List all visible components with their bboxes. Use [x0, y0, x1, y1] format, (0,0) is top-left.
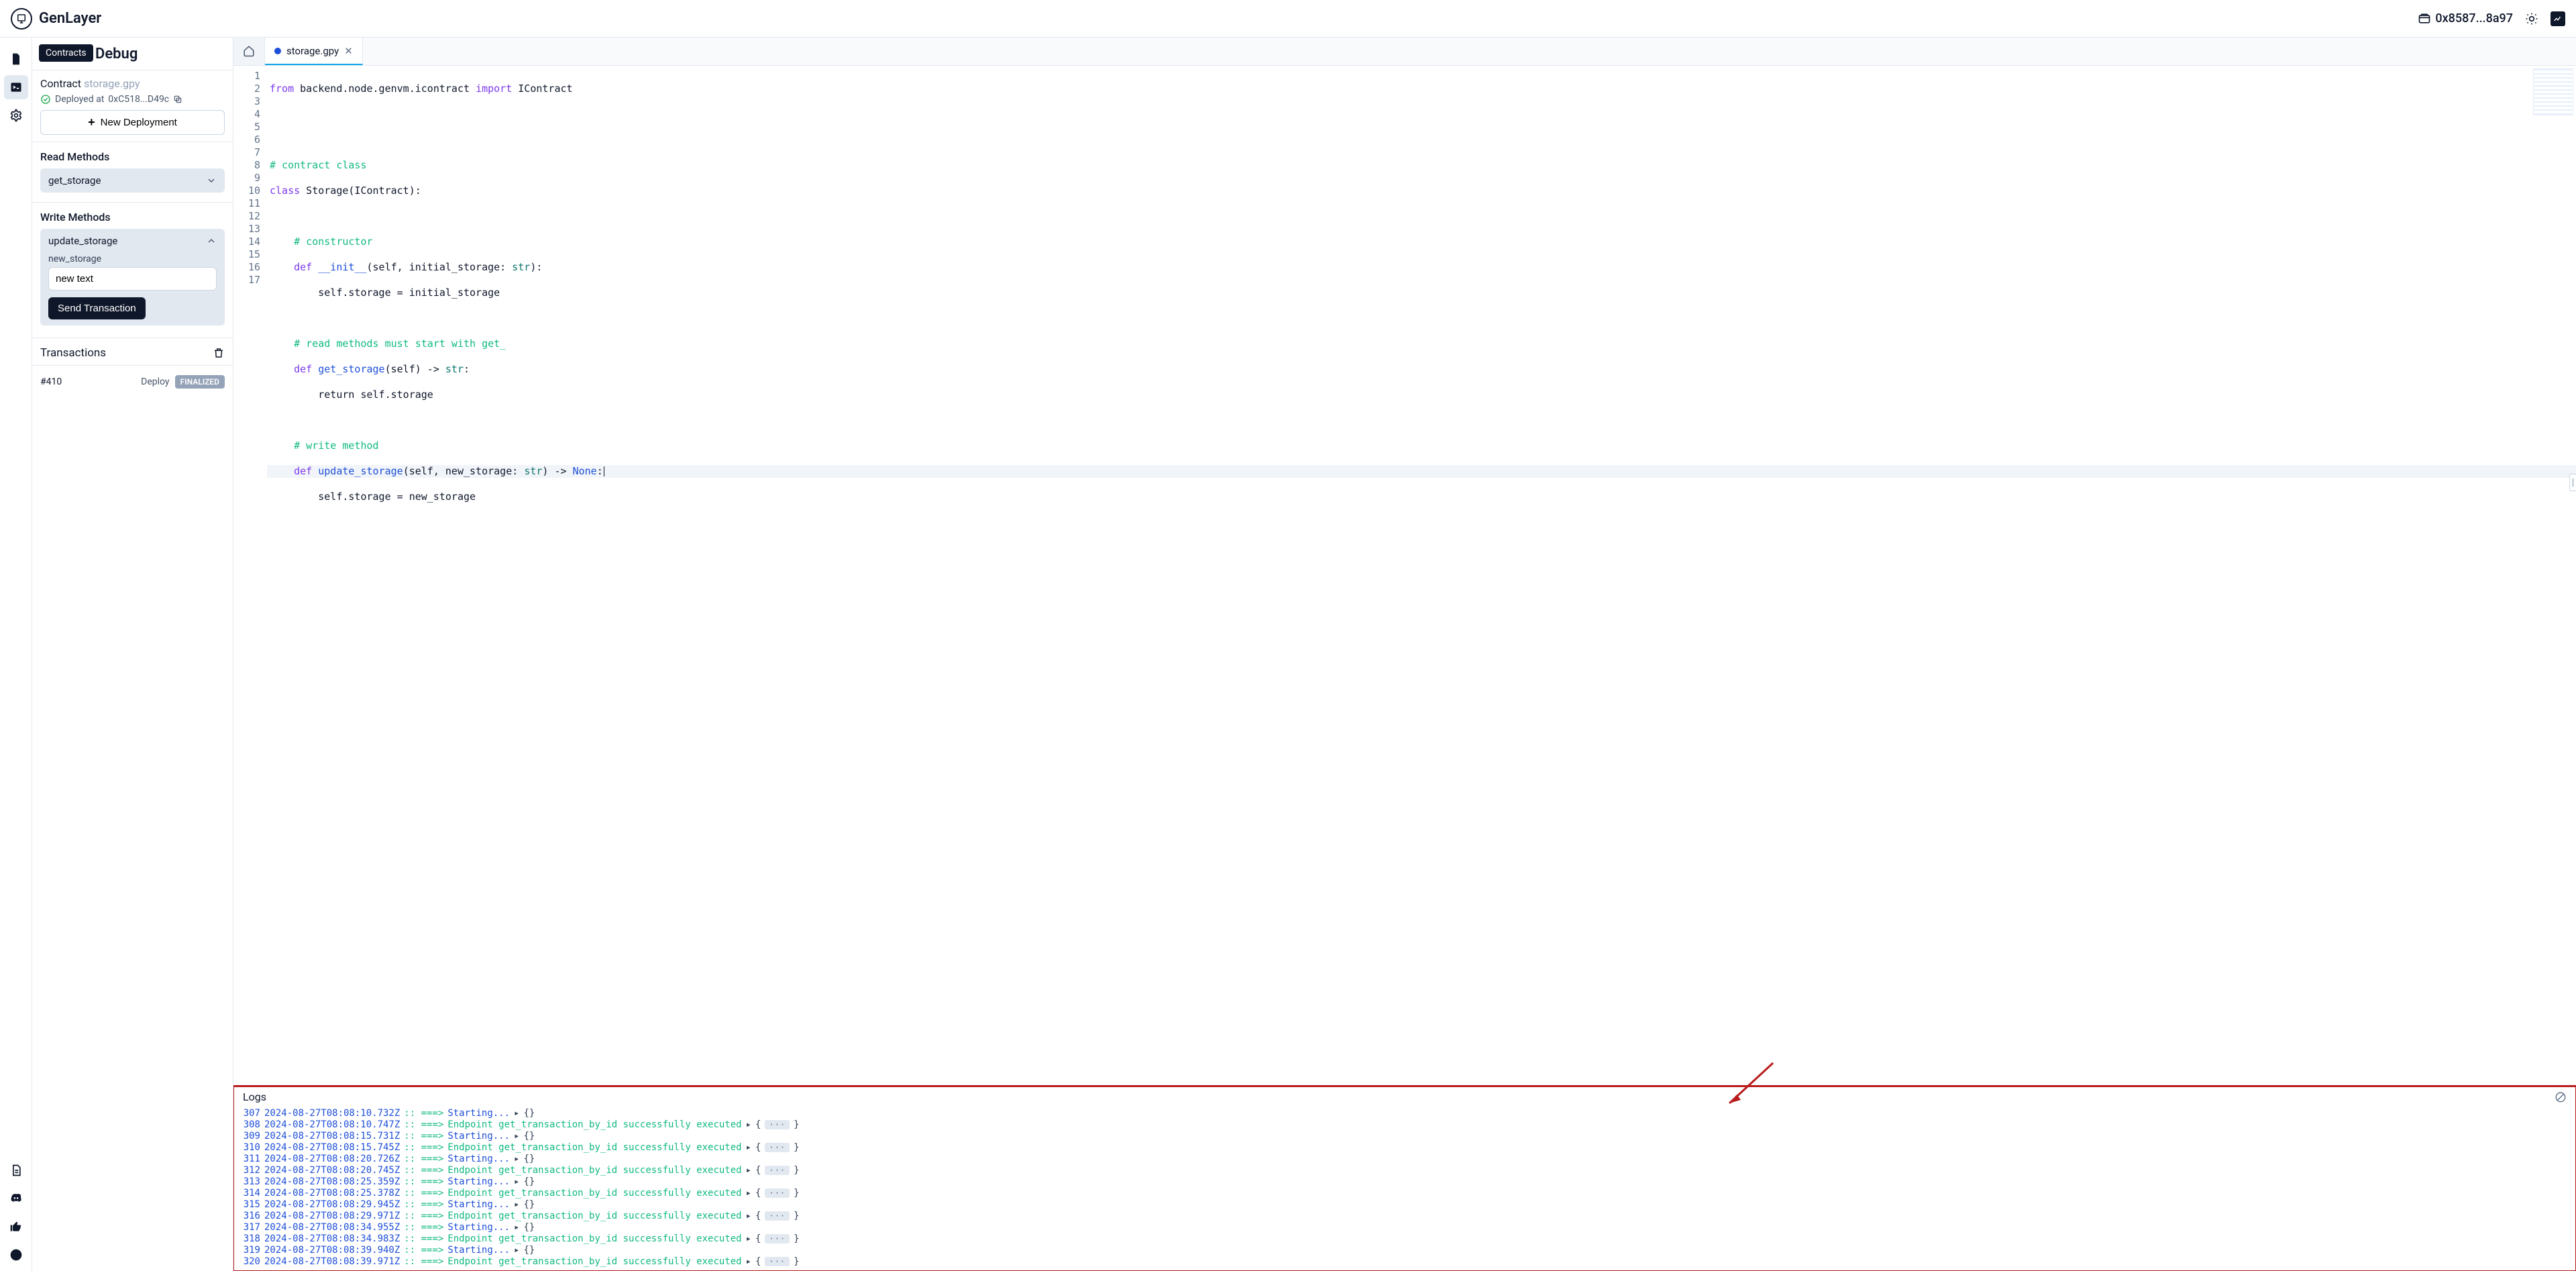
tab-home[interactable] — [233, 38, 265, 65]
clear-logs-icon[interactable] — [2555, 1091, 2567, 1103]
minimap[interactable] — [2533, 68, 2573, 115]
chevron-up-icon — [206, 236, 217, 246]
read-method-get-storage[interactable]: get_storage — [40, 168, 225, 193]
tx-type: Deploy — [141, 376, 169, 387]
theme-toggle-icon[interactable] — [2525, 12, 2538, 26]
trash-icon[interactable] — [213, 347, 225, 359]
log-row[interactable]: 3142024-08-27T08:08:25.378Z:: ===>Endpoi… — [240, 1187, 2569, 1199]
rail-terminal[interactable] — [4, 75, 28, 99]
tx-status-badge: FINALIZED — [175, 375, 225, 389]
wallet-icon — [2418, 12, 2431, 26]
code-area[interactable]: from backend.node.genvm.icontract import… — [267, 66, 2576, 1086]
sidebar-panel: Contracts Debug Contract storage.gpy Dep… — [32, 38, 233, 1271]
param-label: new_storage — [48, 254, 217, 264]
file-dot-icon — [274, 48, 281, 54]
logo-icon — [11, 8, 32, 30]
log-row[interactable]: 3072024-08-27T08:08:10.732Z:: ===>Starti… — [240, 1107, 2569, 1119]
editor-column: storage.gpy ✕ 1234567891011121314151617 … — [233, 38, 2576, 1271]
logs-panel: Logs 3072024-08-27T08:08:10.732Z:: ===>S… — [233, 1086, 2576, 1271]
log-row[interactable]: 3102024-08-27T08:08:15.745Z:: ===>Endpoi… — [240, 1141, 2569, 1153]
transactions-header: Transactions — [32, 338, 233, 366]
log-row[interactable]: 3162024-08-27T08:08:29.971Z:: ===>Endpoi… — [240, 1210, 2569, 1221]
wallet-address: 0x8587...8a97 — [2435, 11, 2513, 26]
write-method-header[interactable]: update_storage — [48, 235, 217, 247]
brand-name: GenLayer — [39, 10, 101, 27]
tabs-bar: storage.gpy ✕ — [233, 38, 2576, 66]
send-transaction-button[interactable]: Send Transaction — [48, 297, 146, 319]
logs-title: Logs — [243, 1090, 266, 1103]
check-circle-icon — [40, 94, 51, 105]
rail-docs[interactable] — [4, 1158, 28, 1182]
param-input-new-storage[interactable] — [48, 267, 217, 291]
brand-logo[interactable]: GenLayer — [11, 8, 101, 30]
log-row[interactable]: 3172024-08-27T08:08:34.955Z:: ===>Starti… — [240, 1221, 2569, 1233]
log-row[interactable]: 3092024-08-27T08:08:15.731Z:: ===>Starti… — [240, 1130, 2569, 1141]
editor-body[interactable]: 1234567891011121314151617 from backend.n… — [233, 66, 2576, 1086]
log-row[interactable]: 3122024-08-27T08:08:20.745Z:: ===>Endpoi… — [240, 1164, 2569, 1176]
left-rail — [0, 38, 32, 1271]
deployed-row: Deployed at 0xC518...D49c — [40, 94, 225, 105]
app-header: GenLayer 0x8587...8a97 — [0, 0, 2576, 38]
tx-id: #410 — [40, 376, 141, 387]
right-handle[interactable] — [2569, 474, 2576, 491]
read-methods-heading: Read Methods — [32, 142, 233, 168]
tab-filename: storage.gpy — [286, 45, 339, 57]
rail-files[interactable] — [4, 47, 28, 71]
log-row[interactable]: 3182024-08-27T08:08:34.983Z:: ===>Endpoi… — [240, 1233, 2569, 1244]
write-method-update-storage: update_storage new_storage Send Transact… — [40, 229, 225, 325]
tooltip-contracts: Contracts — [39, 44, 93, 62]
home-icon — [243, 45, 255, 57]
rail-settings[interactable] — [4, 103, 28, 128]
new-deployment-button[interactable]: + New Deployment — [40, 110, 225, 135]
chevron-down-icon — [206, 175, 217, 186]
log-row[interactable]: 3192024-08-27T08:08:39.940Z:: ===>Starti… — [240, 1244, 2569, 1256]
rail-thumbs-up[interactable] — [4, 1215, 28, 1239]
line-gutter: 1234567891011121314151617 — [233, 66, 267, 1086]
chart-icon[interactable] — [2551, 11, 2565, 26]
log-row[interactable]: 3152024-08-27T08:08:29.945Z:: ===>Starti… — [240, 1199, 2569, 1210]
sidebar-title: Debug — [95, 46, 138, 62]
rail-github[interactable] — [4, 1243, 28, 1267]
transaction-row[interactable]: #410 Deploy FINALIZED — [32, 366, 233, 398]
deployed-address: 0xC518...D49c — [108, 94, 169, 105]
tab-storage[interactable]: storage.gpy ✕ — [265, 38, 363, 65]
close-tab-icon[interactable]: ✕ — [344, 45, 353, 57]
copy-icon[interactable] — [173, 95, 182, 104]
rail-discord[interactable] — [4, 1186, 28, 1211]
write-methods-heading: Write Methods — [32, 203, 233, 229]
wallet-button[interactable]: 0x8587...8a97 — [2418, 11, 2513, 26]
log-row[interactable]: 3112024-08-27T08:08:20.726Z:: ===>Starti… — [240, 1153, 2569, 1164]
log-row[interactable]: 3132024-08-27T08:08:25.359Z:: ===>Starti… — [240, 1176, 2569, 1187]
contract-label-row: Contract storage.gpy — [40, 77, 225, 90]
logs-body[interactable]: 3072024-08-27T08:08:10.732Z:: ===>Starti… — [233, 1107, 2576, 1271]
log-row[interactable]: 3202024-08-27T08:08:39.971Z:: ===>Endpoi… — [240, 1256, 2569, 1267]
log-row[interactable]: 3082024-08-27T08:08:10.747Z:: ===>Endpoi… — [240, 1119, 2569, 1130]
